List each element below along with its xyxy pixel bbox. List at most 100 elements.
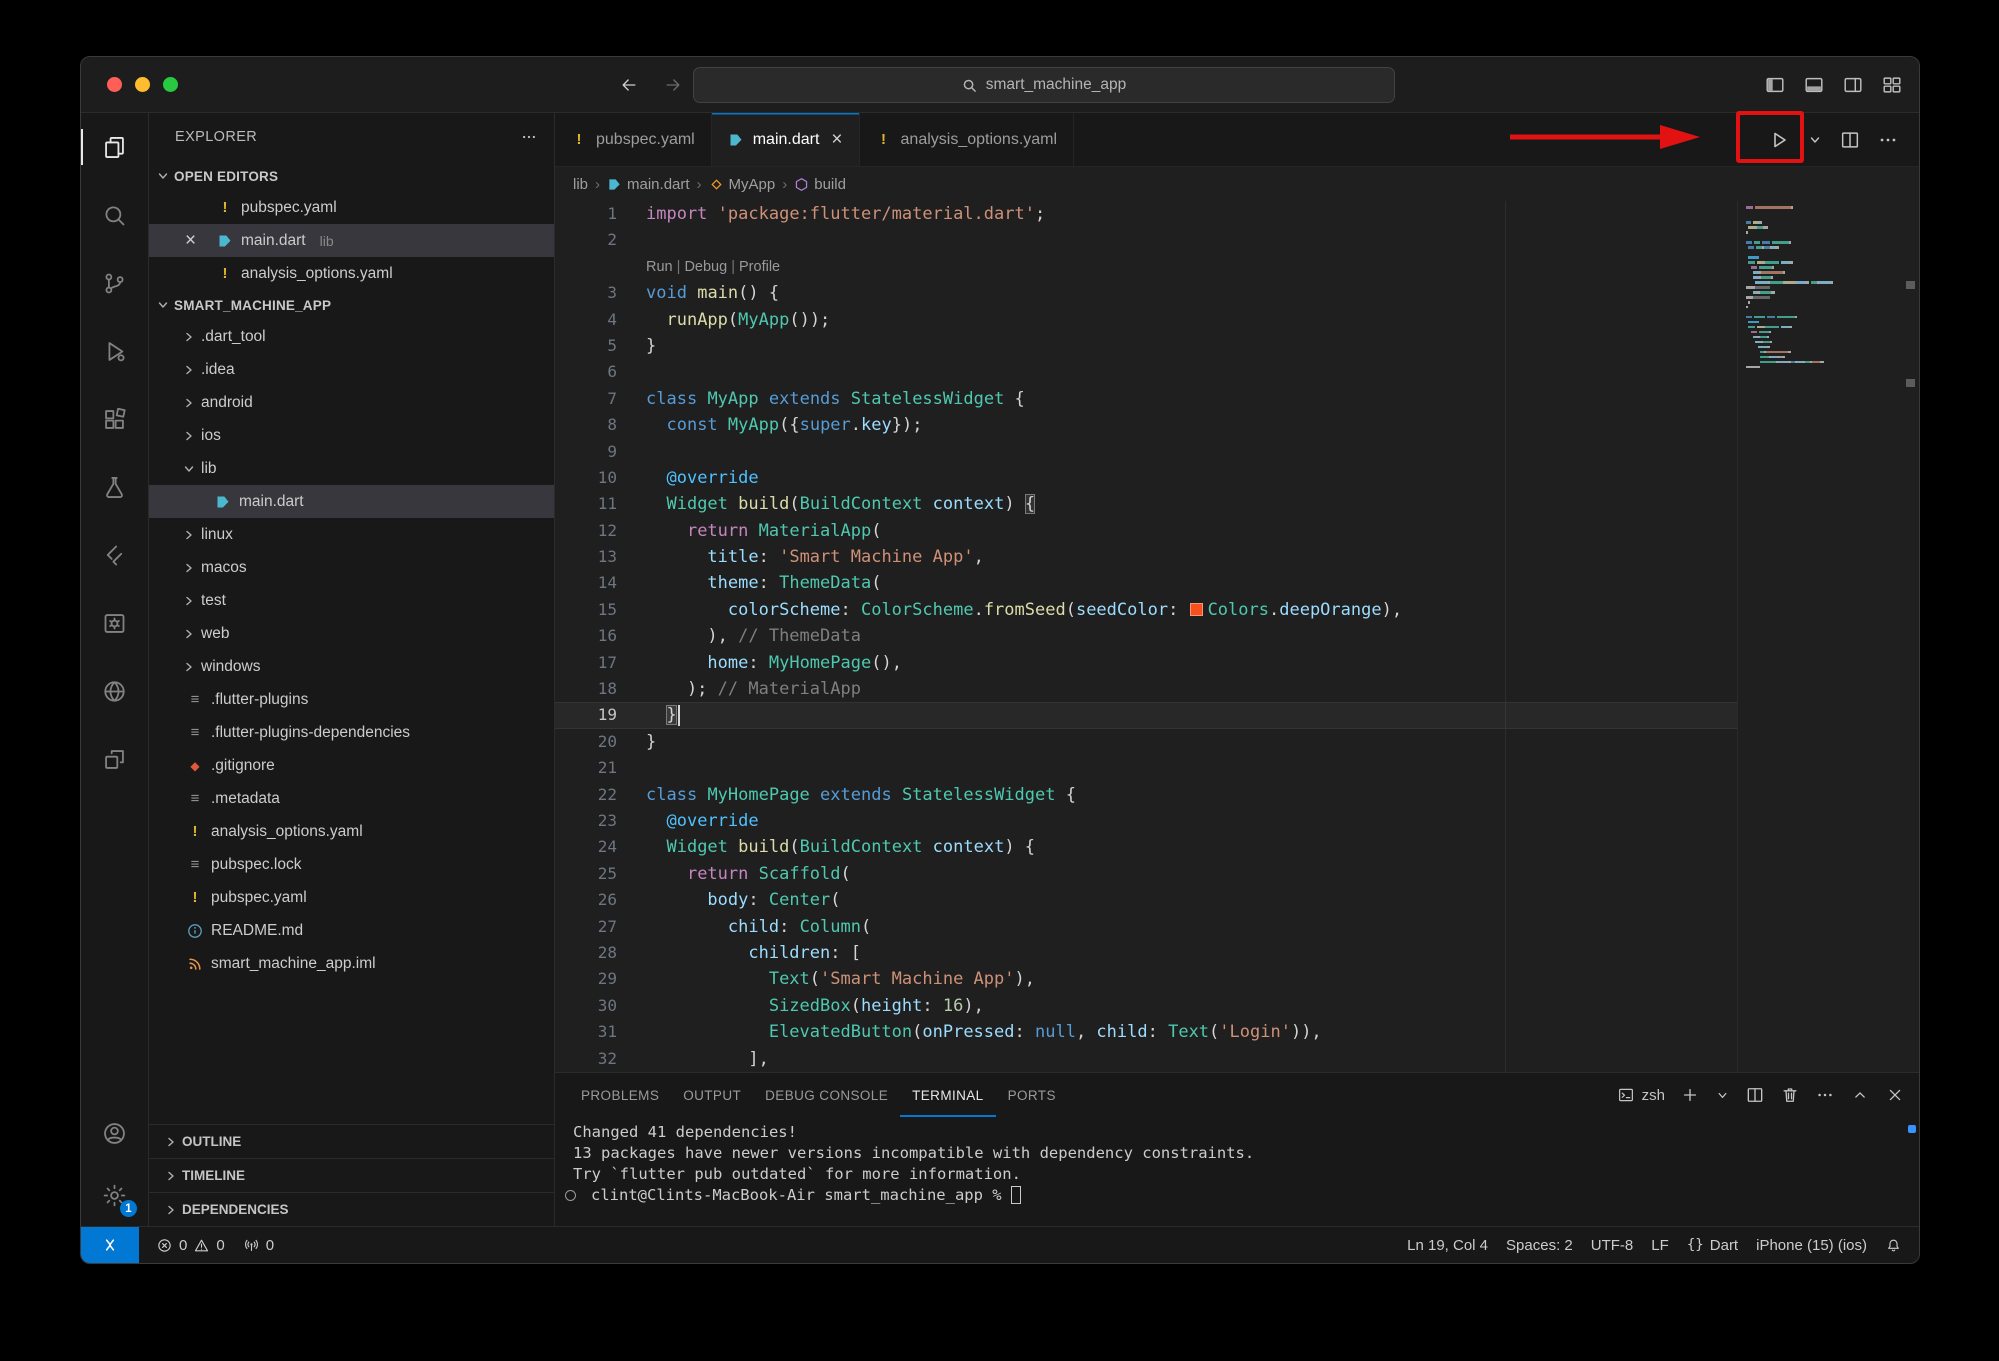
panel-more-actions-icon[interactable] [1815, 1085, 1835, 1105]
open-editor-analysis-options-yaml[interactable]: !analysis_options.yaml [149, 257, 554, 290]
terminal-dropdown-icon[interactable] [1715, 1088, 1730, 1103]
file-pubspec-lock[interactable]: ≡pubspec.lock [149, 848, 554, 881]
breadcrumb-build[interactable]: build [794, 176, 846, 193]
editor-more-actions-icon[interactable] [1877, 129, 1899, 151]
language-status[interactable]: {} Dart [1678, 1227, 1747, 1263]
section-dependencies[interactable]: DEPENDENCIES [149, 1192, 554, 1226]
folder-web[interactable]: web [149, 617, 554, 650]
breadcrumb-myapp[interactable]: MyApp [709, 176, 776, 193]
code-lens-debug[interactable]: Debug [684, 254, 727, 280]
panel-tab-terminal[interactable]: TERMINAL [900, 1073, 995, 1117]
folder--dart-tool[interactable]: .dart_tool [149, 320, 554, 353]
file--gitignore[interactable]: ◆.gitignore [149, 749, 554, 782]
split-terminal-button[interactable] [1745, 1085, 1765, 1105]
remote-indicator[interactable] [81, 1227, 139, 1263]
problems-status[interactable]: 0 0 [147, 1227, 234, 1263]
cursor-position[interactable]: Ln 19, Col 4 [1398, 1227, 1497, 1263]
close-icon[interactable]: × [831, 130, 842, 149]
code-lens-profile[interactable]: Profile [739, 254, 780, 280]
activity-explorer[interactable] [81, 113, 148, 181]
tab-analysis-options-yaml[interactable]: !analysis_options.yaml [860, 113, 1075, 166]
terminal-prompt[interactable]: clint@Clints-MacBook-Air smart_machine_a… [555, 1185, 1919, 1206]
terminal-profile-button[interactable]: zsh [1617, 1086, 1665, 1104]
open-editors-list: !pubspec.yaml×main.dartlib!analysis_opti… [149, 191, 554, 290]
activity-flutter[interactable] [81, 521, 148, 589]
new-terminal-button[interactable] [1680, 1085, 1700, 1105]
device-selector[interactable]: iPhone (15) (ios) [1747, 1227, 1876, 1263]
maximize-panel-button[interactable] [1850, 1085, 1870, 1105]
file--metadata[interactable]: ≡.metadata [149, 782, 554, 815]
activity-search[interactable] [81, 181, 148, 249]
tab-pubspec-yaml[interactable]: !pubspec.yaml [555, 113, 712, 166]
toggle-secondary-sidebar-icon[interactable] [1842, 74, 1864, 96]
run-dropdown-icon[interactable] [1807, 132, 1823, 148]
customize-layout-icon[interactable] [1881, 74, 1903, 96]
folder-ios[interactable]: ios [149, 419, 554, 452]
terminal-output[interactable]: Changed 41 dependencies!13 packages have… [555, 1117, 1919, 1226]
go-back-button[interactable] [619, 75, 639, 95]
section-outline[interactable]: OUTLINE [149, 1124, 554, 1158]
minimap[interactable] [1737, 201, 1901, 1072]
folder-test[interactable]: test [149, 584, 554, 617]
project-root-header[interactable]: SMART_MACHINE_APP [149, 290, 554, 320]
code-editor[interactable]: 1import 'package:flutter/material.dart';… [555, 201, 1737, 1072]
activity-remote[interactable] [81, 725, 148, 793]
file-analysis-options-yaml[interactable]: !analysis_options.yaml [149, 815, 554, 848]
folder-lib[interactable]: lib [149, 452, 554, 485]
file-pubspec-yaml[interactable]: !pubspec.yaml [149, 881, 554, 914]
indentation-status[interactable]: Spaces: 2 [1497, 1227, 1582, 1263]
section-timeline[interactable]: TIMELINE [149, 1158, 554, 1192]
code-line-26: 26 body: Center( [555, 887, 1737, 913]
eol-status[interactable]: LF [1642, 1227, 1678, 1263]
go-forward-button[interactable] [663, 75, 683, 95]
folder-linux[interactable]: linux [149, 518, 554, 551]
activity-browser[interactable] [81, 657, 148, 725]
panel-tab-problems[interactable]: PROBLEMS [569, 1073, 671, 1117]
panel-tab-debug-console[interactable]: DEBUG CONSOLE [753, 1073, 900, 1117]
encoding-status[interactable]: UTF-8 [1582, 1227, 1643, 1263]
minimap-line [1746, 366, 1901, 369]
panel-tab-ports[interactable]: PORTS [996, 1073, 1068, 1117]
minimize-window-button[interactable] [135, 77, 150, 92]
file-main-dart[interactable]: main.dart [149, 485, 554, 518]
activity-testing[interactable] [81, 453, 148, 521]
open-editor-main-dart[interactable]: ×main.dartlib [149, 224, 554, 257]
ports-status[interactable]: 0 [234, 1227, 283, 1263]
activity-extensions[interactable] [81, 385, 148, 453]
folder-windows[interactable]: windows [149, 650, 554, 683]
file-readme-md[interactable]: README.md [149, 914, 554, 947]
breadcrumb-main-dart[interactable]: main.dart [607, 176, 690, 193]
close-panel-button[interactable] [1885, 1085, 1905, 1105]
panel-tab-output[interactable]: OUTPUT [671, 1073, 753, 1117]
close-icon[interactable]: × [185, 231, 196, 250]
notifications-button[interactable] [1876, 1227, 1911, 1263]
tab-main-dart[interactable]: main.dart× [712, 113, 860, 166]
close-window-button[interactable] [107, 77, 122, 92]
explorer-more-actions-icon[interactable] [520, 128, 538, 146]
editor-cursor [678, 705, 680, 726]
run-debug-button[interactable] [1767, 128, 1791, 152]
folder-macos[interactable]: macos [149, 551, 554, 584]
open-editor-pubspec-yaml[interactable]: !pubspec.yaml [149, 191, 554, 224]
activity-run-debug[interactable] [81, 317, 148, 385]
activity-account[interactable] [81, 1102, 148, 1164]
code-lens-run[interactable]: Run [646, 254, 673, 280]
split-editor-button[interactable] [1839, 129, 1861, 151]
command-center[interactable]: smart_machine_app [693, 67, 1395, 103]
zoom-window-button[interactable] [163, 77, 178, 92]
open-editors-header[interactable]: OPEN EDITORS [149, 161, 554, 191]
toggle-panel-icon[interactable] [1803, 74, 1825, 96]
activity-tools[interactable] [81, 589, 148, 657]
file--flutter-plugins-dependencies[interactable]: ≡.flutter-plugins-dependencies [149, 716, 554, 749]
code-text: runApp(MyApp()); [617, 307, 830, 333]
folder-android[interactable]: android [149, 386, 554, 419]
line-number: 8 [555, 412, 617, 438]
file-smart-machine-app-iml[interactable]: smart_machine_app.iml [149, 947, 554, 980]
activity-source-control[interactable] [81, 249, 148, 317]
toggle-primary-sidebar-icon[interactable] [1764, 74, 1786, 96]
kill-terminal-button[interactable] [1780, 1085, 1800, 1105]
breadcrumb-lib[interactable]: lib [573, 176, 588, 193]
activity-settings[interactable]: 1 [81, 1164, 148, 1226]
file--flutter-plugins[interactable]: ≡.flutter-plugins [149, 683, 554, 716]
folder--idea[interactable]: .idea [149, 353, 554, 386]
